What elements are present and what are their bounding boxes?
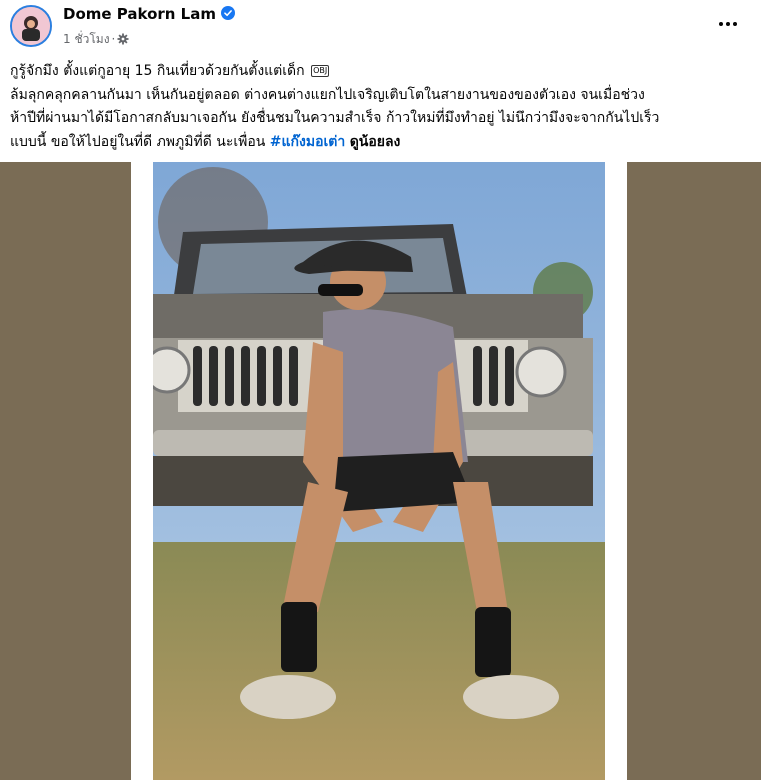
- meta-separator: ·: [111, 32, 116, 46]
- author-avatar[interactable]: [10, 5, 52, 47]
- post-meta: 1 ชั่วโมง ·: [63, 30, 129, 49]
- post-text-line-3: ห้าปีที่ผ่านมาได้มีโอกาสกลับมาเจอกัน ยัง…: [10, 110, 660, 126]
- post-timestamp[interactable]: 1 ชั่วโมง: [63, 32, 110, 46]
- post-text-line-2: ล้มลุกคลุกคลานกันมา เห็นกันอยู่ตลอด ต่าง…: [10, 86, 645, 103]
- post-text-line-4-content: แบบนี้ ขอให้ไปอยู่ในที่ดี ภพภูมิที่ดี นะ…: [10, 133, 270, 150]
- gear-icon[interactable]: [117, 33, 129, 45]
- more-dot: [719, 22, 723, 26]
- see-less-link[interactable]: ดูน้อยลง: [350, 134, 401, 150]
- obj-badge: OBJ: [311, 65, 330, 77]
- post-text-line-1-content: กูรู้จักมึง ตั้งแต่กูอายุ 15 กินเที่ยวด้…: [10, 63, 305, 79]
- post-text-line-4: แบบนี้ ขอให้ไปอยู่ในที่ดี ภพภูมิที่ดี นะ…: [10, 131, 752, 155]
- more-options-icon[interactable]: [712, 12, 744, 36]
- author-name-text[interactable]: Dome Pakorn Lam: [63, 5, 216, 23]
- post-text-line-1: กูรู้จักมึง ตั้งแต่กูอายุ 15 กินเที่ยวด้…: [10, 60, 752, 84]
- post-text: กูรู้จักมึง ตั้งแต่กูอายุ 15 กินเที่ยวด้…: [10, 60, 752, 154]
- more-dot: [726, 22, 730, 26]
- facebook-post: Dome Pakorn Lam 1 ชั่วโมง · กูรู้จักมึง ต…: [0, 0, 761, 780]
- hashtag-link[interactable]: #แก๊งมอเต่า: [270, 134, 345, 150]
- post-header: Dome Pakorn Lam 1 ชั่วโมง ·: [0, 0, 761, 58]
- post-photo[interactable]: [153, 162, 605, 780]
- author-name[interactable]: Dome Pakorn Lam: [63, 5, 235, 23]
- post-media: [0, 162, 761, 780]
- more-dot: [733, 22, 737, 26]
- verified-badge-icon: [220, 6, 235, 20]
